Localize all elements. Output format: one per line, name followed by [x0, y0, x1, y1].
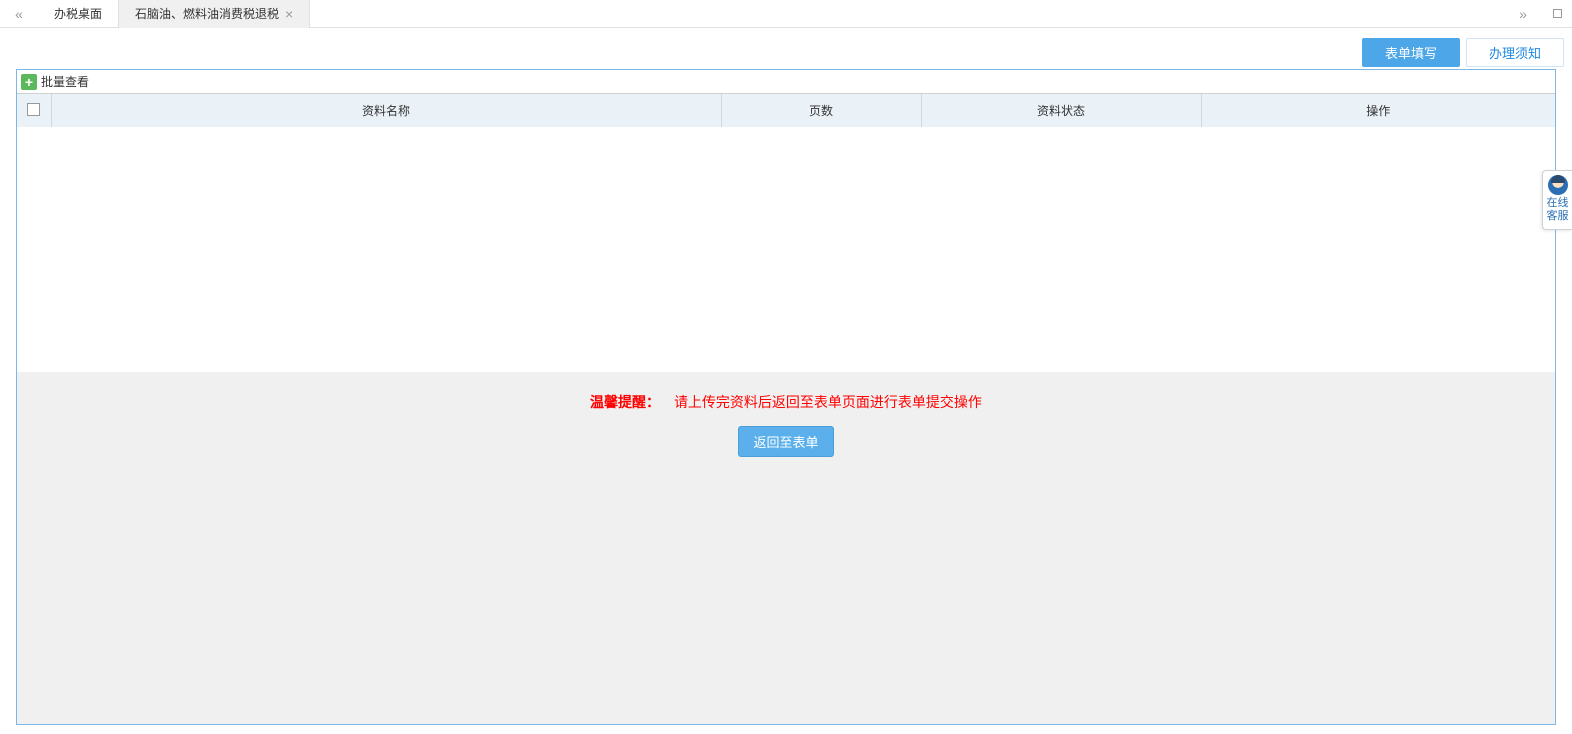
action-tabs: 表单填写 办理须知	[8, 38, 1564, 67]
restore-icon	[1553, 9, 1562, 18]
warning-message: 请上传完资料后返回至表单页面进行表单提交操作	[674, 394, 982, 410]
chevron-double-left-icon: «	[15, 6, 23, 22]
panel-header: + 批量查看	[17, 70, 1555, 94]
tab-scroll-right[interactable]: »	[1504, 0, 1542, 28]
tab-scroll-left[interactable]: «	[0, 0, 38, 28]
col-pages: 页数	[721, 94, 921, 127]
support-text-line2: 客服	[1545, 210, 1570, 223]
return-to-form-button[interactable]: 返回至表单	[738, 426, 833, 457]
main-panel: + 批量查看 资料名称 页数 资料状态 操作 温馨提醒：	[16, 69, 1556, 725]
warning-label: 温馨提醒：	[590, 394, 660, 410]
tab-oil-tax-refund[interactable]: 石脑油、燃料油消费税退税 ×	[119, 0, 310, 28]
support-avatar-icon	[1548, 175, 1568, 195]
col-material-name: 资料名称	[51, 94, 721, 127]
tab-label: 办税桌面	[54, 0, 102, 28]
warning-text: 温馨提醒： 请上传完资料后返回至表单页面进行表单提交操作	[17, 392, 1555, 412]
panel-title: 批量查看	[41, 73, 89, 90]
tab-process-notice[interactable]: 办理须知	[1466, 38, 1564, 67]
window-restore-button[interactable]	[1542, 0, 1572, 28]
plus-icon[interactable]: +	[21, 74, 37, 90]
tab-label: 石脑油、燃料油消费税退税	[135, 0, 279, 28]
support-text-line1: 在线	[1545, 197, 1570, 210]
close-icon[interactable]: ×	[285, 0, 293, 28]
select-all-checkbox[interactable]	[27, 103, 40, 116]
select-all-cell	[17, 94, 51, 127]
col-action: 操作	[1201, 94, 1555, 127]
table-empty-body	[17, 127, 1555, 372]
table-header-row: 资料名称 页数 资料状态 操作	[17, 94, 1555, 127]
top-tab-bar: « 办税桌面 石脑油、燃料油消费税退税 × »	[0, 0, 1572, 28]
chevron-double-right-icon: »	[1519, 6, 1527, 22]
material-table: 资料名称 页数 资料状态 操作	[17, 94, 1555, 127]
mid-bar: 表单填写 办理须知 + 批量查看 资料名称 页数 资料状态 操作	[0, 28, 1572, 725]
tab-tax-desktop[interactable]: 办税桌面	[38, 0, 119, 28]
online-support-widget[interactable]: 在线 客服	[1542, 170, 1572, 230]
notice-area: 温馨提醒： 请上传完资料后返回至表单页面进行表单提交操作 返回至表单	[17, 372, 1555, 724]
col-status: 资料状态	[921, 94, 1201, 127]
tab-form-fill[interactable]: 表单填写	[1362, 38, 1460, 67]
